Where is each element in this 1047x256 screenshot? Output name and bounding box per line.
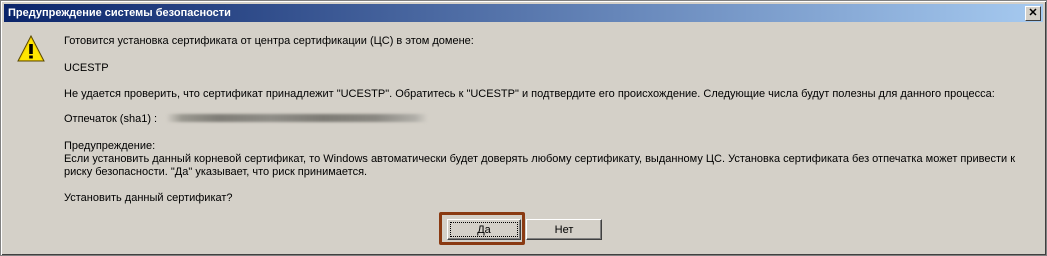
warning-icon	[17, 34, 45, 62]
verify-text: Не удается проверить, что сертификат при…	[64, 88, 995, 100]
window-title: Предупреждение системы безопасности	[8, 7, 231, 19]
close-button[interactable]: ✕	[1025, 6, 1041, 21]
yes-button[interactable]: Да	[447, 219, 521, 240]
intro-text: Готовится установка сертификата от центр…	[64, 35, 474, 47]
warning-text-line1: Если установить данный корневой сертифик…	[64, 153, 1016, 165]
thumbprint-value-redacted	[166, 114, 428, 122]
ca-name: UCESTP	[64, 62, 109, 74]
install-question: Установить данный сертификат?	[64, 192, 233, 204]
warning-heading: Предупреждение:	[64, 140, 156, 152]
no-button[interactable]: Нет	[526, 219, 602, 240]
thumbprint-label: Отпечаток (sha1) :	[64, 113, 158, 125]
warning-text-line2: риску безопасности. "Да" указывает, что …	[64, 166, 368, 178]
title-bar: Предупреждение системы безопасности ✕	[4, 4, 1043, 22]
close-icon: ✕	[1028, 7, 1038, 19]
